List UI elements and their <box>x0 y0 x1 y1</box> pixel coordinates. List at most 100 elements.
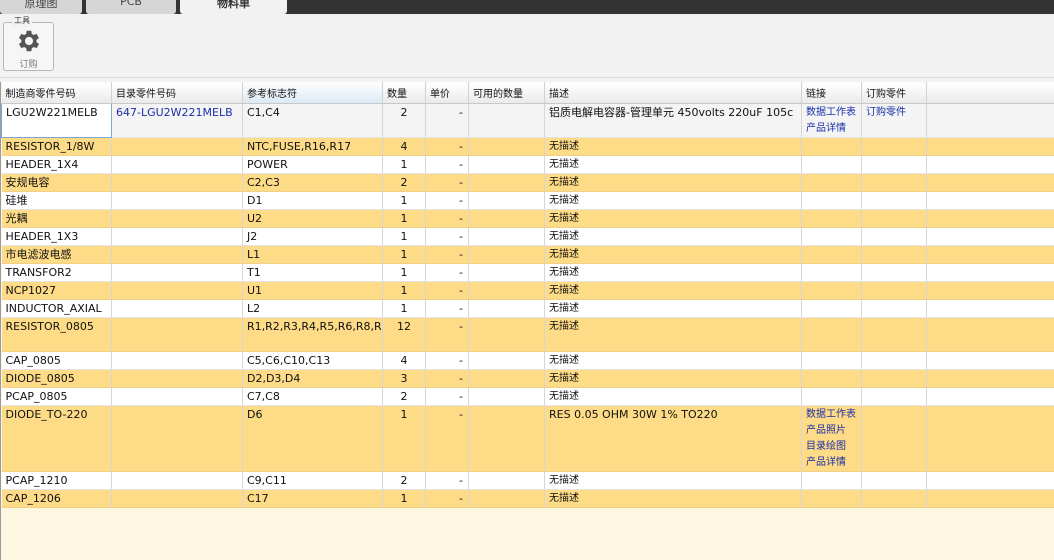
table-row[interactable]: 硅堆 D1 1- 无描述 <box>1 191 1054 210</box>
table-row[interactable]: DIODE_TO-220 D6 1- RES 0.05 OHM 30W 1% TO22… <box>1 405 1054 472</box>
cell-mfr-part[interactable]: PCAP_0805 <box>1 387 112 406</box>
column-header-available[interactable]: 可用的数量 <box>468 82 545 104</box>
table-row[interactable]: HEADER_1X3 J2 1- 无描述 <box>1 227 1054 246</box>
cell-filler <box>926 137 1054 156</box>
cell-available <box>468 191 545 210</box>
cell-reference: D2,D3,D4 <box>242 369 383 388</box>
tab-label: 原理图 <box>24 0 58 10</box>
table-row[interactable]: 安规电容 C2,C3 2- 无描述 <box>1 173 1054 192</box>
link-item[interactable]: 数据工作表 <box>806 105 857 121</box>
cell-filler <box>926 173 1054 192</box>
cell-mfr-part[interactable]: 光耦 <box>1 209 112 228</box>
cell-mfr-part[interactable]: NCP1027 <box>1 281 112 300</box>
column-header-mfr-part[interactable]: 制造商零件号码 <box>1 82 112 104</box>
tab-pcb[interactable]: PCB <box>86 0 176 14</box>
link-item[interactable]: 产品照片 <box>806 423 857 439</box>
cell-reference: C5,C6,C10,C13 <box>242 351 383 370</box>
cell-filler <box>926 317 1054 352</box>
link-item[interactable]: 目录绘图 <box>806 439 857 455</box>
cell-description: 无描述 <box>544 281 802 300</box>
table-row[interactable]: CAP_1206 C17 1- 无描述 <box>1 489 1054 508</box>
table-row[interactable]: DIODE_0805 D2,D3,D4 3- 无描述 <box>1 369 1054 388</box>
cell-filler <box>926 155 1054 174</box>
table-row[interactable]: PCAP_1210 C9,C11 2- 无描述 <box>1 471 1054 490</box>
table-row[interactable]: INDUCTOR_AXIAL L2 1- 无描述 <box>1 299 1054 318</box>
tab-bom[interactable]: 物料单 <box>180 0 287 14</box>
cell-reference: D1 <box>242 191 383 210</box>
cell-mfr-part[interactable]: TRANSFOR2 <box>1 263 112 282</box>
cell-catalog-part[interactable]: 647-LGU2W221MELB <box>111 103 243 138</box>
table-row[interactable]: LGU2W221MELB 647-LGU2W221MELB C1,C4 2- 铝质电解电… <box>1 102 1054 138</box>
cell-links <box>801 489 862 508</box>
cell-links <box>801 387 862 406</box>
bom-grid: 制造商零件号码 目录零件号码 参考标志符 数量 单价 可用的数量 描述 链接 订… <box>0 82 1054 560</box>
cell-filler <box>926 471 1054 490</box>
link-item[interactable]: 数据工作表 <box>806 407 857 423</box>
cell-catalog-part <box>111 317 243 352</box>
table-row[interactable]: HEADER_1X4 POWER 1- 无描述 <box>1 155 1054 174</box>
cell-links: 数据工作表 产品照片 目录绘图 产品详情 <box>801 405 862 472</box>
table-row[interactable]: 光耦 U2 1- 无描述 <box>1 209 1054 228</box>
cell-mfr-part[interactable]: RESISTOR_0805 <box>1 317 112 352</box>
order-part-link[interactable]: 订购零件 <box>866 105 922 121</box>
column-header-catalog-part[interactable]: 目录零件号码 <box>111 82 243 104</box>
cell-available <box>468 173 545 192</box>
cell-mfr-part[interactable]: DIODE_TO-220 <box>1 405 112 472</box>
cell-mfr-part[interactable]: CAP_0805 <box>1 351 112 370</box>
table-row[interactable]: PCAP_0805 C7,C8 2- 无描述 <box>1 387 1054 406</box>
cell-filler <box>926 405 1054 472</box>
cell-catalog-part <box>111 387 243 406</box>
cell-mfr-part[interactable]: HEADER_1X4 <box>1 155 112 174</box>
cell-order <box>861 137 927 156</box>
cell-mfr-part[interactable]: CAP_1206 <box>1 489 112 508</box>
cell-available <box>468 471 545 490</box>
cell-unit-price: - <box>425 191 469 210</box>
column-header-links[interactable]: 链接 <box>801 82 862 104</box>
cell-order <box>861 155 927 174</box>
column-header-order[interactable]: 订购零件 <box>861 82 927 104</box>
order-button[interactable]: 订购 <box>4 23 53 70</box>
cell-mfr-part[interactable]: 安规电容 <box>1 173 112 192</box>
column-header-qty[interactable]: 数量 <box>382 82 426 104</box>
cell-filler <box>926 191 1054 210</box>
cell-mfr-part[interactable]: 市电滤波电感 <box>1 245 112 264</box>
cell-description: 无描述 <box>544 387 802 406</box>
table-row[interactable]: TRANSFOR2 T1 1- 无描述 <box>1 263 1054 282</box>
cell-mfr-part[interactable]: LGU2W221MELB <box>1 102 112 138</box>
link-item[interactable]: 产品详情 <box>806 455 857 471</box>
cell-description: 无描述 <box>544 471 802 490</box>
link-item[interactable]: 产品详情 <box>806 121 857 137</box>
table-row[interactable]: 市电滤波电感 L1 1- 无描述 <box>1 245 1054 264</box>
cell-links <box>801 209 862 228</box>
cell-order <box>861 489 927 508</box>
cell-description: 无描述 <box>544 317 802 352</box>
cell-catalog-part <box>111 489 243 508</box>
cell-unit-price: - <box>425 245 469 264</box>
column-header-description[interactable]: 描述 <box>544 82 802 104</box>
gear-icon <box>18 30 40 52</box>
cell-qty: 1 <box>382 227 426 246</box>
cell-description: 无描述 <box>544 191 802 210</box>
cell-links <box>801 173 862 192</box>
table-row[interactable]: CAP_0805 C5,C6,C10,C13 4- 无描述 <box>1 351 1054 370</box>
cell-mfr-part[interactable]: RESISTOR_1/8W <box>1 137 112 156</box>
cell-mfr-part[interactable]: DIODE_0805 <box>1 369 112 388</box>
column-header-unit-price[interactable]: 单价 <box>425 82 469 104</box>
cell-order <box>861 245 927 264</box>
cell-order <box>861 281 927 300</box>
cell-mfr-part[interactable]: PCAP_1210 <box>1 471 112 490</box>
cell-unit-price: - <box>425 227 469 246</box>
cell-mfr-part[interactable]: 硅堆 <box>1 191 112 210</box>
cell-reference: NTC,FUSE,R16,R17 <box>242 137 383 156</box>
cell-unit-price: - <box>425 405 469 472</box>
table-row[interactable]: RESISTOR_1/8W NTC,FUSE,R16,R17 4- 无描述 <box>1 137 1054 156</box>
cell-unit-price: - <box>425 387 469 406</box>
cell-description: 铝质电解电容器-管理单元 450volts 220uF 105c <box>544 103 802 138</box>
table-row[interactable]: NCP1027 U1 1- 无描述 <box>1 281 1054 300</box>
table-row[interactable]: RESISTOR_0805 R1,R2,R3,R4,R5,R6,R8,R9,R11… <box>1 317 1054 352</box>
cell-mfr-part[interactable]: HEADER_1X3 <box>1 227 112 246</box>
column-header-reference[interactable]: 参考标志符 <box>242 82 383 104</box>
cell-mfr-part[interactable]: INDUCTOR_AXIAL <box>1 299 112 318</box>
tab-schematic[interactable]: 原理图 <box>0 0 82 14</box>
header-row: 制造商零件号码 目录零件号码 参考标志符 数量 单价 可用的数量 描述 链接 订… <box>1 82 1054 104</box>
